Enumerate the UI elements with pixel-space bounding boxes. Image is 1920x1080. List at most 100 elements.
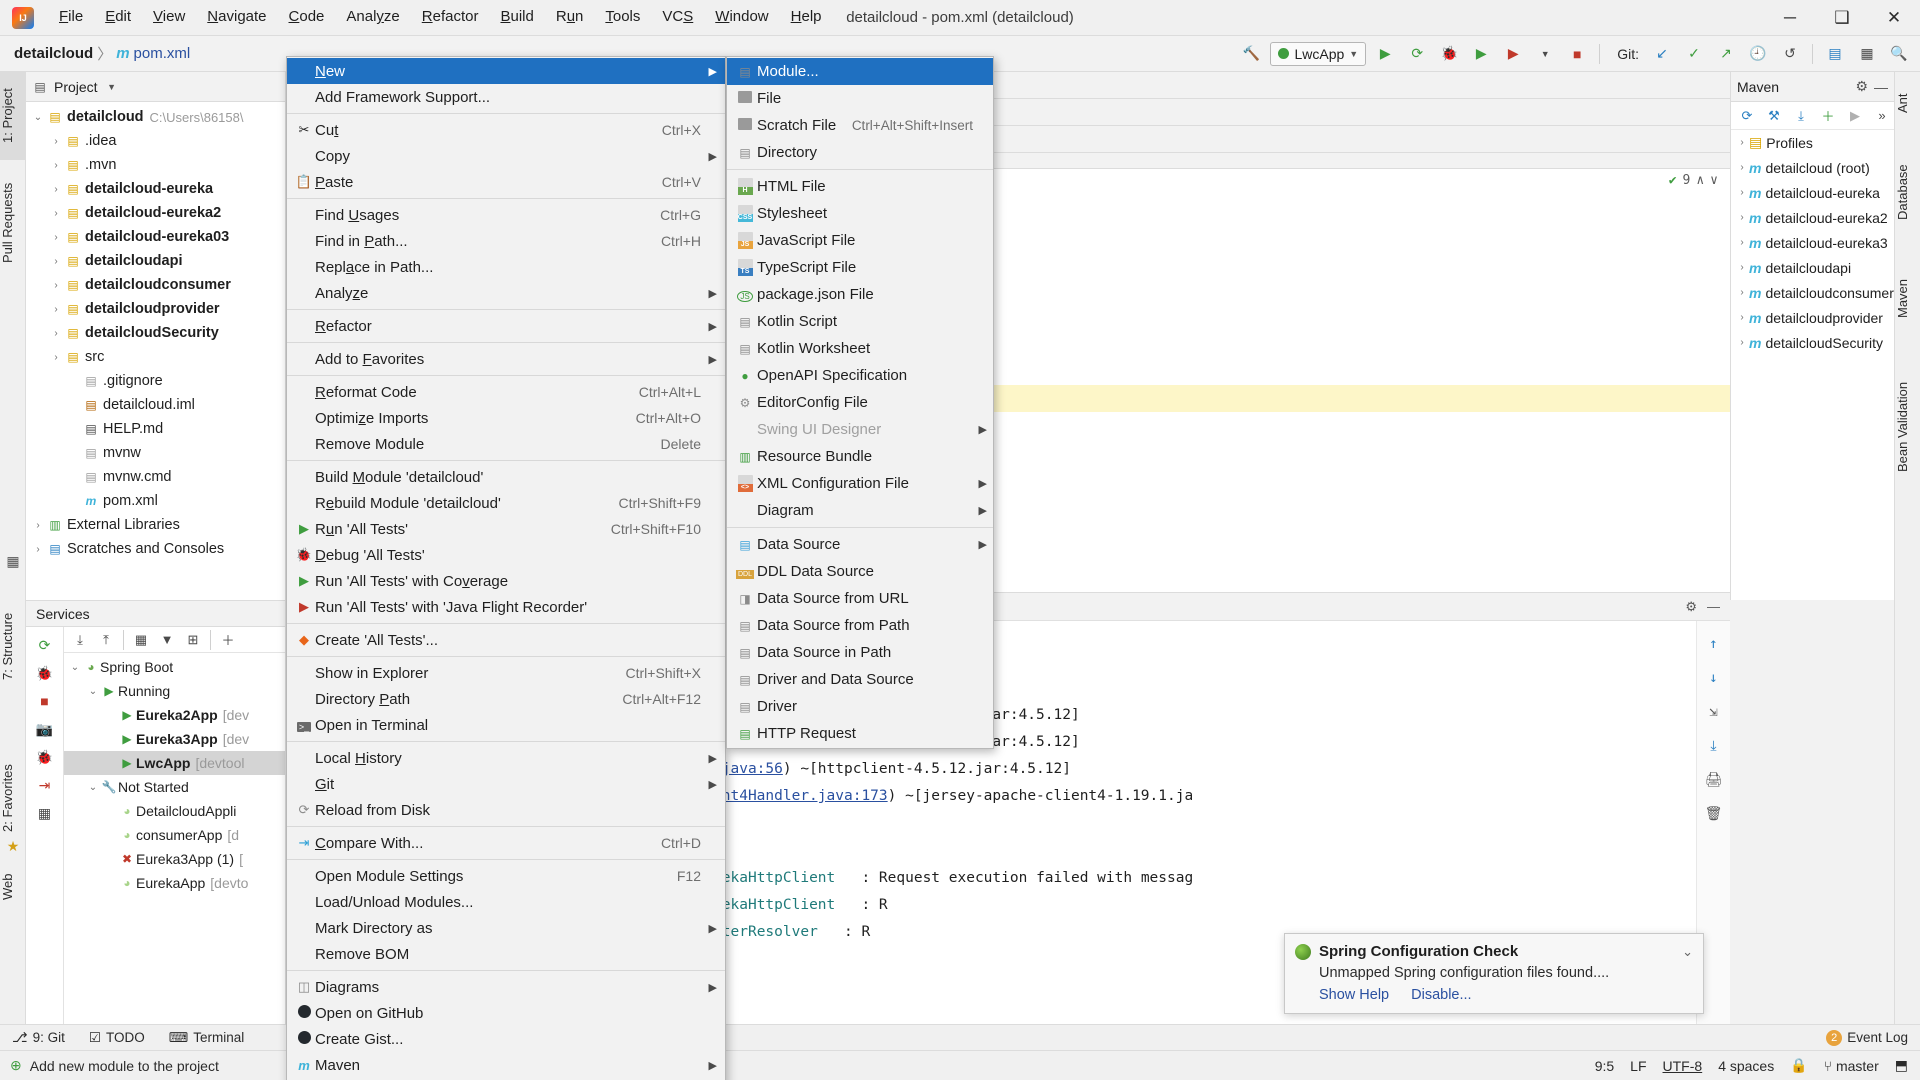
scroll-down-icon[interactable]: ↓ [1697, 661, 1730, 695]
menu-help[interactable]: Help [780, 5, 833, 30]
context-menu-item-show-in-explorer[interactable]: Show in Explorer Ctrl+Shift+X [287, 660, 725, 686]
window-controls[interactable]: ─ ❑ ✕ [1764, 0, 1920, 36]
notification-balloon[interactable]: ⌄ Spring Configuration Check Unmapped Sp… [1284, 933, 1704, 1014]
chevron-down-icon[interactable]: ⌄ [30, 112, 46, 123]
chevron-right-icon[interactable]: › [1735, 312, 1749, 323]
new-submenu-item-driver-and-data-source[interactable]: ▤ Driver and Data Source [727, 666, 993, 693]
lock-icon[interactable]: 🔒 [1790, 1057, 1807, 1074]
breadcrumb-file[interactable]: pom.xml [134, 45, 191, 62]
branch-indicator[interactable]: ⑂ master [1824, 1058, 1879, 1074]
chevron-up-icon[interactable]: ∧ [1696, 173, 1704, 188]
sidebar-item-ant[interactable]: Ant [1895, 78, 1920, 128]
project-tree-item[interactable]: › ▤ detailcloudapi [26, 249, 285, 273]
maven-profiles-row[interactable]: › ▤ Profiles [1731, 130, 1894, 155]
context-menu-item-diagrams[interactable]: ◫ Diagrams ▶ [287, 974, 725, 1000]
bottom-tab-terminal[interactable]: ⌨ Terminal [157, 1025, 257, 1051]
more-icon[interactable]: » [1870, 105, 1894, 127]
sidebar-item-pull-requests[interactable]: Pull Requests [0, 164, 26, 282]
project-tree-item[interactable]: › ▥ External Libraries [26, 513, 285, 537]
star-icon[interactable]: ★ [4, 837, 22, 855]
git-commit-icon[interactable]: ✓ [1681, 42, 1707, 66]
service-tree-item[interactable]: ◕ EurekaApp [devto [64, 871, 285, 895]
new-submenu-item-driver[interactable]: ▤ Driver [727, 693, 993, 720]
project-tree-item[interactable]: m pom.xml [26, 489, 285, 513]
services-toolbar-vertical[interactable]: ⟳ 🐞 ■ 📷 🐞 ⇥ ▦ [26, 627, 64, 1050]
context-menu-item-load-unload-modules[interactable]: Load/Unload Modules... [287, 889, 725, 915]
service-tree-item[interactable]: ⌄ ▶ Running [64, 679, 285, 703]
project-tree-item[interactable]: ▤ .gitignore [26, 369, 285, 393]
run-configuration-selector[interactable]: LwcApp ▼ [1270, 41, 1367, 66]
hide-icon[interactable]: — [1874, 79, 1888, 95]
maven-project-item[interactable]: › m detailcloudconsumer [1731, 280, 1894, 305]
chevron-right-icon[interactable]: ▶ [973, 423, 987, 436]
context-menu-item-maven[interactable]: m Maven ▶ [287, 1052, 725, 1078]
context-menu-item-add-to-favorites[interactable]: Add to Favorites ▶ [287, 346, 725, 372]
debug-service-icon[interactable]: 🐞 [26, 659, 63, 687]
breadcrumb[interactable]: detailcloud 〉 m pom.xml [14, 43, 190, 64]
layout-icon[interactable]: ▦ [26, 799, 63, 827]
settings-icon[interactable]: ⚙ [1685, 599, 1697, 615]
menu-window[interactable]: Window [704, 5, 779, 30]
git-update-icon[interactable]: ↙ [1649, 42, 1675, 66]
memory-indicator[interactable]: ⬒ [1895, 1057, 1908, 1074]
context-menu-item-optimize-imports[interactable]: Optimize Imports Ctrl+Alt+O [287, 405, 725, 431]
structure-icon[interactable]: ▦ [4, 552, 22, 570]
attach-debugger-icon[interactable]: 🐞 [26, 743, 63, 771]
breadcrumb-project[interactable]: detailcloud [14, 45, 93, 62]
run-maven-icon[interactable]: ▶ [1843, 105, 1867, 127]
profile-icon[interactable]: ▶ [1500, 42, 1526, 66]
new-submenu-item-kotlin-script[interactable]: ▤ Kotlin Script [727, 308, 993, 335]
context-menu-item-new[interactable]: New ▶ [287, 58, 725, 84]
chevron-right-icon[interactable]: ▶ [973, 477, 987, 490]
context-menu-item-find-usages[interactable]: Find Usages Ctrl+G [287, 202, 725, 228]
service-tree-item[interactable]: ▶ LwcApp [devtool [64, 751, 285, 775]
project-tree-item[interactable]: ▤ mvnw [26, 441, 285, 465]
sidebar-item-project[interactable]: 1: Project [0, 72, 26, 160]
chevron-right-icon[interactable]: › [1735, 212, 1749, 223]
hide-icon[interactable]: — [1707, 599, 1720, 614]
service-tree-item[interactable]: ◕ consumerApp [d [64, 823, 285, 847]
new-submenu-item-editorconfig-file[interactable]: ⚙ EditorConfig File [727, 389, 993, 416]
bottom-tab-todo[interactable]: ☑ TODO [77, 1025, 157, 1051]
chevron-right-icon[interactable]: ▶ [973, 538, 987, 551]
right-tool-rail[interactable]: Ant Database Maven Bean Validation [1894, 72, 1920, 1050]
context-menu-item-run-all-tests[interactable]: ▶ Run 'All Tests' Ctrl+Shift+F10 [287, 516, 725, 542]
reimport-icon[interactable]: ⟳ [1735, 105, 1759, 127]
collapse-all-icon[interactable]: ⤒ [94, 629, 118, 651]
run-icon[interactable]: ▶ [1372, 42, 1398, 66]
menu-tools[interactable]: Tools [594, 5, 651, 30]
context-menu-item-reload-from-disk[interactable]: ⟳ Reload from Disk [287, 797, 725, 823]
search-icon[interactable]: 🔍 [1886, 42, 1912, 66]
close-button[interactable]: ✕ [1868, 0, 1920, 36]
run-toolbar[interactable]: 🔨 LwcApp ▼ ▶ ⟳ 🐞 ▶ ▶ ▼ ■ Git: ↙ ✓ ↗ 🕘 ↺ … [1238, 41, 1912, 66]
chevron-right-icon[interactable]: ▶ [701, 922, 717, 935]
project-tree-item[interactable]: › ▤ .mvn [26, 153, 285, 177]
new-submenu-item-directory[interactable]: ▤ Directory [727, 139, 993, 166]
build-hammer-icon[interactable]: 🔨 [1238, 42, 1264, 66]
context-menu-item-mark-directory-as[interactable]: Mark Directory as ▶ [287, 915, 725, 941]
context-menu-item-reformat-code[interactable]: Reformat Code Ctrl+Alt+L [287, 379, 725, 405]
chevron-right-icon[interactable]: › [1735, 137, 1749, 148]
download-sources-icon[interactable]: ⤓ [1789, 105, 1813, 127]
database-icon[interactable]: ▤ [1822, 42, 1848, 66]
maximize-button[interactable]: ❑ [1816, 0, 1868, 36]
left-tool-rail[interactable]: 1: Project Pull Requests 7: Structure 2:… [0, 72, 26, 1050]
project-tree-item[interactable]: ▤ mvnw.cmd [26, 465, 285, 489]
rerun-icon[interactable]: ⟳ [1404, 42, 1430, 66]
chevron-right-icon[interactable]: ▶ [701, 353, 717, 366]
main-menu-bar[interactable]: File Edit View Navigate Code Analyze Refactor B… [48, 5, 833, 30]
chevron-right-icon[interactable]: ▶ [701, 752, 717, 765]
add-tab-icon[interactable]: ⊞ [181, 629, 205, 651]
sidebar-item-structure[interactable]: 7: Structure [0, 590, 26, 702]
project-tree-item[interactable]: › ▤ .idea [26, 129, 285, 153]
chevron-down-icon[interactable]: ∨ [1710, 173, 1718, 188]
context-menu-item-git[interactable]: Git ▶ [287, 771, 725, 797]
chevron-down-icon[interactable]: ⌄ [1682, 944, 1693, 960]
menu-edit[interactable]: Edit [94, 5, 142, 30]
project-tree-item[interactable]: › ▤ src [26, 345, 285, 369]
context-menu-item-replace-in-path[interactable]: Replace in Path... [287, 254, 725, 280]
new-submenu-item-module[interactable]: ▤ Module... [727, 58, 993, 85]
maven-project-item[interactable]: › m detailcloudapi [1731, 255, 1894, 280]
run-with-coverage-icon[interactable]: ▶ [1468, 42, 1494, 66]
chevron-right-icon[interactable]: › [30, 520, 46, 531]
